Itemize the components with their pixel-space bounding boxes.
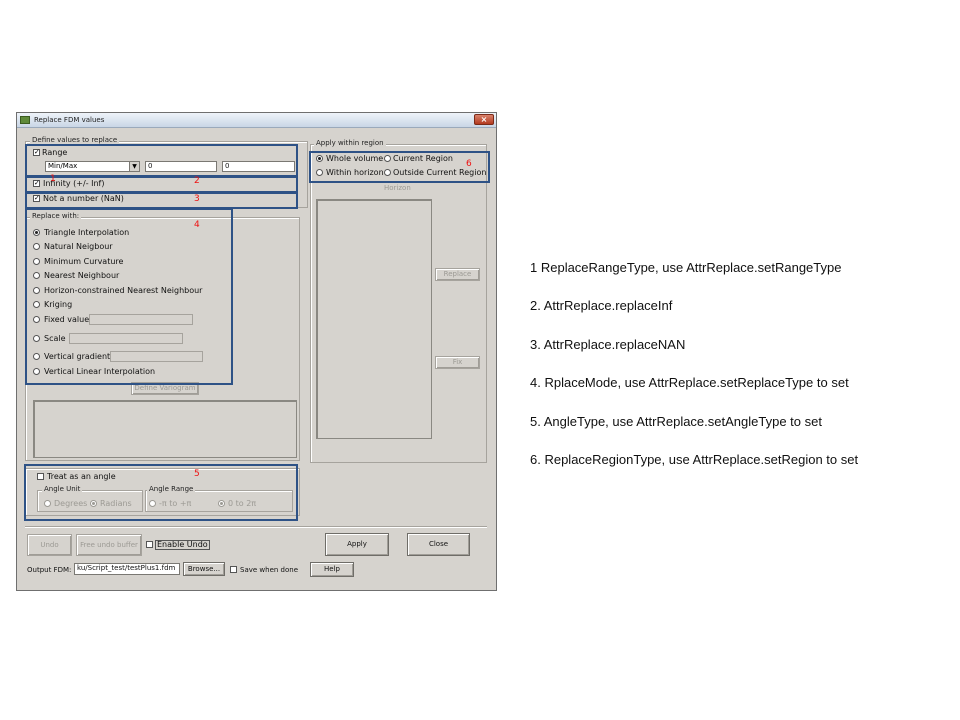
title-bar[interactable]: Replace FDM values ×: [17, 113, 496, 128]
highlight-box-nan: [25, 192, 298, 209]
replace-button[interactable]: Replace: [435, 268, 480, 281]
fix-button[interactable]: Fix: [435, 356, 480, 369]
highlight-box-infinity: [25, 176, 298, 193]
highlight-box-replace-mode: [25, 208, 233, 385]
note-region-type: 6. ReplaceRegionType, use AttrReplace.se…: [530, 452, 859, 467]
marker-2: 2: [194, 176, 200, 186]
enable-undo-checkbox[interactable]: [146, 541, 153, 548]
marker-4: 4: [194, 220, 200, 230]
save-when-done-label: Save when done: [240, 566, 299, 574]
output-fdm-input[interactable]: ku/Script_test/testPlus1.fdm: [74, 563, 180, 575]
app-icon: [20, 116, 30, 124]
region-label: Apply within region: [314, 139, 386, 148]
highlight-box-angle: [24, 464, 298, 521]
highlight-box-range: [25, 144, 298, 177]
free-undo-buffer-button[interactable]: Free undo buffer: [76, 534, 142, 556]
apply-button[interactable]: Apply: [325, 533, 389, 556]
note-replace-nan: 3. AttrReplace.replaceNAN: [530, 337, 686, 352]
marker-6: 6: [466, 159, 472, 169]
help-button[interactable]: Help: [310, 562, 354, 577]
variogram-area: [33, 400, 297, 458]
marker-3: 3: [194, 194, 200, 204]
horizon-label: Horizon: [384, 184, 411, 192]
marker-1: 1: [50, 174, 56, 184]
undo-button[interactable]: Undo: [27, 534, 72, 556]
close-button[interactable]: Close: [407, 533, 470, 556]
note-replace-mode: 4. RplaceMode, use AttrReplace.setReplac…: [530, 375, 849, 390]
output-fdm-label: Output FDM:: [27, 566, 72, 574]
save-when-done-checkbox[interactable]: [230, 566, 237, 573]
window-title: Replace FDM values: [34, 116, 105, 124]
marker-5: 5: [194, 469, 200, 479]
browse-button[interactable]: Browse...: [183, 562, 225, 576]
enable-undo-label: Enable Undo: [155, 540, 210, 550]
close-window-icon[interactable]: ×: [474, 114, 494, 125]
highlight-box-region: [309, 151, 490, 183]
horizon-list[interactable]: [316, 199, 432, 439]
note-angle-type: 5. AngleType, use AttrReplace.setAngleTy…: [530, 414, 822, 429]
note-replace-inf: 2. AttrReplace.replaceInf: [530, 298, 673, 313]
note-range-type: 1 ReplaceRangeType, use AttrReplace.setR…: [530, 260, 842, 275]
separator: [25, 526, 487, 528]
